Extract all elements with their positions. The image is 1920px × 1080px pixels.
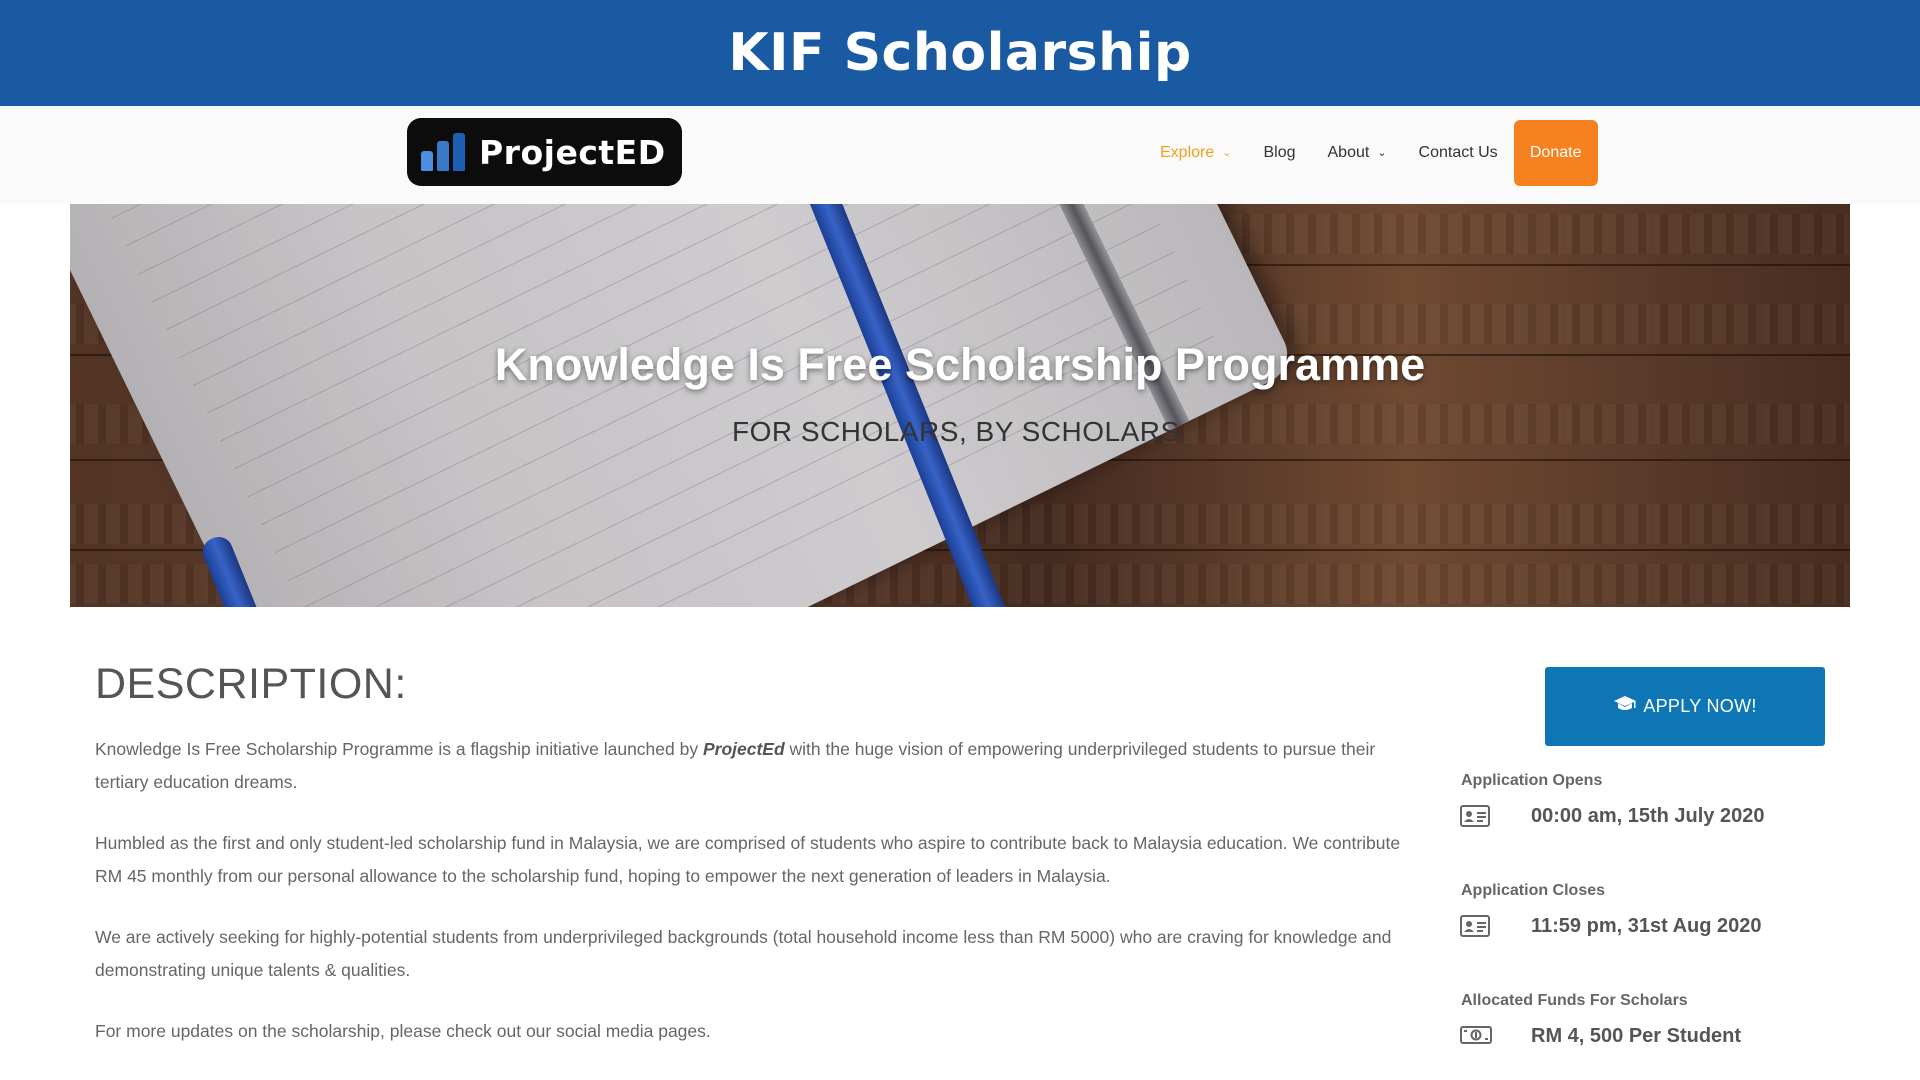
chevron-down-icon: ⌄ [1222, 146, 1232, 159]
info-value: 00:00 am, 15th July 2020 [1531, 804, 1765, 827]
id-card-icon [1460, 915, 1490, 937]
main-nav: Explore ⌄ Blog About ⌄ Contact Us Donate [1160, 120, 1598, 186]
nav-item-contact-us[interactable]: Contact Us [1419, 144, 1498, 162]
description-section: DESCRIPTION: Knowledge Is Free Scholarsh… [95, 660, 1415, 1076]
logo-text: ProjectED [479, 132, 666, 172]
info-value: 11:59 pm, 31st Aug 2020 [1531, 914, 1762, 937]
nav-item-explore[interactable]: Explore ⌄ [1160, 144, 1231, 162]
nav-item-blog[interactable]: Blog [1263, 144, 1295, 162]
description-heading: DESCRIPTION: [95, 660, 407, 708]
projected-logo[interactable]: ProjectED [407, 118, 682, 186]
donate-button[interactable]: Donate [1513, 120, 1598, 186]
nav-item-label: About [1327, 144, 1370, 161]
apply-now-button[interactable]: APPLY NOW! [1545, 667, 1825, 746]
nav-item-label: Blog [1263, 144, 1296, 161]
description-paragraph: We are actively seeking for highly-poten… [95, 927, 1392, 980]
title-banner: KIF Scholarship [0, 0, 1920, 106]
description-paragraph: For more updates on the scholarship, ple… [95, 1021, 711, 1041]
money-bill-icon [1460, 1025, 1492, 1047]
hero-title: Knowledge Is Free Scholarship Programme [494, 339, 1426, 390]
nav-item-label: Contact Us [1418, 144, 1498, 161]
site-header: ProjectED Explore ⌄ Blog About ⌄ Contact… [0, 106, 1920, 204]
nav-item-label: Explore [1160, 144, 1215, 161]
chevron-down-icon: ⌄ [1377, 146, 1387, 159]
nav-item-about[interactable]: About ⌄ [1328, 144, 1387, 162]
hero-banner: Knowledge Is Free Scholarship Programme … [70, 204, 1850, 607]
info-label: Application Closes [1461, 882, 1606, 899]
banner-title: KIF Scholarship [728, 23, 1192, 83]
info-label: Allocated Funds For Scholars [1461, 992, 1688, 1009]
bar-chart-logo-icon [421, 133, 469, 171]
info-value: RM 4, 500 Per Student [1531, 1024, 1742, 1047]
hero-subtitle: FOR SCHOLARS, BY SCHOLARS. [732, 416, 1188, 447]
graduation-cap-icon [1613, 695, 1637, 719]
id-card-icon [1460, 805, 1490, 827]
description-paragraph: Humbled as the first and only student-le… [95, 833, 1401, 886]
info-label: Application Opens [1461, 772, 1603, 789]
apply-now-label: APPLY NOW! [1643, 696, 1757, 716]
paragraph-text: Knowledge Is Free Scholarship Programme … [95, 739, 703, 759]
brand-name: ProjectEd [702, 739, 785, 759]
description-paragraph: Knowledge Is Free Scholarship Programme … [95, 733, 1415, 799]
